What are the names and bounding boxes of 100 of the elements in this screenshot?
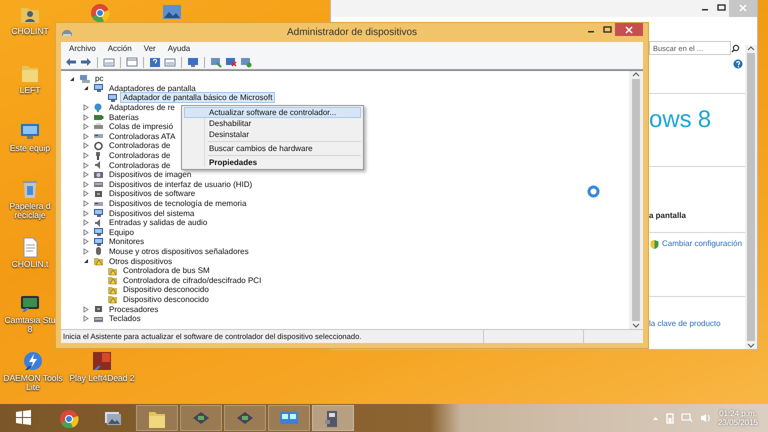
collapse-arrow-icon[interactable]	[69, 76, 75, 82]
tree-item[interactable]: pc	[92, 73, 106, 84]
menu-item[interactable]: Deshabilitar	[184, 118, 361, 129]
menu-item[interactable]: Ayuda	[162, 44, 196, 52]
close-button[interactable]	[615, 23, 643, 36]
maximize-icon	[602, 26, 612, 34]
tree-item[interactable]: Colas de impresió	[106, 121, 176, 132]
taskbar-button[interactable]	[312, 405, 354, 431]
tree-item[interactable]: Adaptadores de pantalla	[106, 82, 199, 94]
expand-arrow-icon[interactable]	[83, 190, 89, 198]
tree-item[interactable]: Controladoras ATA	[106, 130, 178, 142]
menu-item[interactable]: Actualizar software de controlador...	[184, 107, 361, 118]
expand-arrow-icon[interactable]	[83, 114, 89, 121]
help-icon[interactable]	[149, 56, 161, 68]
tree-item[interactable]: Entradas y salidas de audio	[106, 217, 210, 228]
tree-item[interactable]: Procesadores	[106, 304, 162, 315]
expand-arrow-icon[interactable]	[83, 104, 89, 112]
game-icon[interactable]	[91, 350, 113, 372]
disc-icon[interactable]	[22, 350, 44, 372]
tree-item[interactable]: Equipo	[106, 226, 137, 238]
collapse-arrow-icon[interactable]	[83, 85, 89, 92]
tree-item[interactable]: Mouse y otros dispositivos señaladores	[106, 246, 252, 257]
expand-arrow-icon[interactable]	[83, 162, 89, 169]
expand-arrow-icon[interactable]	[83, 152, 89, 160]
help-icon[interactable]	[733, 59, 743, 69]
monitor-icon[interactable]	[225, 56, 237, 68]
search-icon[interactable]	[731, 44, 740, 52]
tree-item[interactable]: Monitores	[106, 236, 148, 248]
expand-arrow-icon[interactable]	[83, 238, 89, 246]
keyboard-icon	[93, 179, 104, 190]
tree-item[interactable]: Dispositivo desconocido	[120, 284, 212, 296]
maximize-icon	[716, 4, 726, 12]
window-title: Administrador de dispositivos	[286, 27, 418, 38]
tree-item[interactable]: Dispositivos de interfaz de usuario (HID)	[106, 178, 256, 190]
collapse-arrow-icon[interactable]	[83, 258, 89, 264]
tree-item[interactable]: Dispositivos de imagen	[106, 169, 194, 180]
warning-device-icon	[107, 266, 118, 276]
panel-icon[interactable]	[164, 56, 176, 68]
expand-arrow-icon[interactable]	[83, 142, 89, 150]
expand-arrow-icon[interactable]	[83, 315, 89, 322]
menu-item[interactable]: Archivo	[63, 44, 102, 52]
tree-item[interactable]: Otros dispositivos	[106, 256, 176, 267]
expand-arrow-icon[interactable]	[83, 228, 89, 236]
tree-item[interactable]: Adaptador de pantalla básico de Microsoft	[120, 92, 276, 104]
settings-link[interactable]: Cambiar configuración	[662, 239, 742, 248]
expand-arrow-icon[interactable]	[83, 132, 89, 140]
menu-item[interactable]: Ver	[138, 44, 162, 52]
panel-icon[interactable]	[103, 56, 115, 68]
monitor-icon[interactable]	[210, 56, 222, 68]
tree-item[interactable]: Controladora de bus SM	[120, 265, 213, 276]
settings-link[interactable]: la clave de producto	[649, 319, 721, 328]
expand-arrow-icon[interactable]	[83, 180, 89, 188]
scroll-down-icon[interactable]	[747, 343, 755, 349]
expand-arrow-icon[interactable]	[83, 210, 89, 217]
taskbar-button[interactable]	[180, 405, 222, 431]
tree-item[interactable]: Controladoras de	[106, 140, 174, 152]
camera-icon	[93, 170, 104, 180]
busy-cursor-icon	[587, 185, 600, 198]
taskbar-button[interactable]	[136, 405, 178, 431]
taskbar-button[interactable]	[224, 405, 266, 431]
tree-item[interactable]: Controladora de cifrado/descifrado PCI	[120, 274, 264, 286]
tree-item[interactable]: Dispositivo desconocido	[120, 294, 212, 305]
scroll-up-icon[interactable]	[632, 71, 640, 77]
monitor-icon[interactable]	[187, 56, 199, 68]
gear-icon	[93, 140, 104, 151]
expand-arrow-icon[interactable]	[83, 200, 89, 208]
expand-arrow-icon[interactable]	[83, 306, 89, 313]
tree-item[interactable]: Dispositivos de software	[106, 188, 198, 200]
tree-item[interactable]: Dispositivos del sistema	[106, 208, 198, 219]
tree-item[interactable]: Adaptadores de re	[106, 102, 178, 114]
close-icon	[739, 4, 747, 12]
tree-item[interactable]: Controladoras de	[106, 160, 174, 171]
scrollbar[interactable]	[629, 71, 643, 329]
expand-arrow-icon[interactable]	[83, 123, 89, 130]
monitor-icon[interactable]	[240, 56, 252, 68]
expand-arrow-icon[interactable]	[83, 171, 89, 178]
window-icon[interactable]	[126, 56, 138, 68]
network-icon	[93, 102, 104, 113]
taskbar-button[interactable]	[268, 405, 310, 431]
tree-item[interactable]: Controladoras de	[106, 150, 174, 162]
monitor-icon	[93, 83, 104, 94]
expand-arrow-icon[interactable]	[83, 248, 89, 255]
scroll-down-icon[interactable]	[632, 323, 640, 329]
back-icon[interactable]	[65, 56, 77, 68]
menu-item[interactable]: Buscar cambios de hardware	[184, 143, 361, 154]
scroll-up-icon[interactable]	[747, 45, 755, 51]
scrollbar[interactable]	[745, 45, 757, 349]
printer-icon	[93, 122, 104, 132]
tree-item[interactable]: Dispositivos de tecnología de memoria	[106, 198, 250, 210]
menu-item[interactable]: Acción	[102, 44, 138, 52]
forward-icon[interactable]	[80, 56, 92, 68]
menu-item[interactable]: Propiedades	[184, 157, 361, 168]
tree-item[interactable]: Baterías	[106, 112, 142, 123]
expand-arrow-icon[interactable]	[83, 219, 89, 226]
battery-icon	[93, 112, 104, 122]
tree-item[interactable]: Teclados	[106, 313, 144, 324]
menu-item[interactable]: Desinstalar	[184, 129, 361, 140]
browser-icon[interactable]	[89, 2, 111, 24]
computer-icon	[79, 74, 90, 84]
monitor-icon	[93, 227, 104, 238]
